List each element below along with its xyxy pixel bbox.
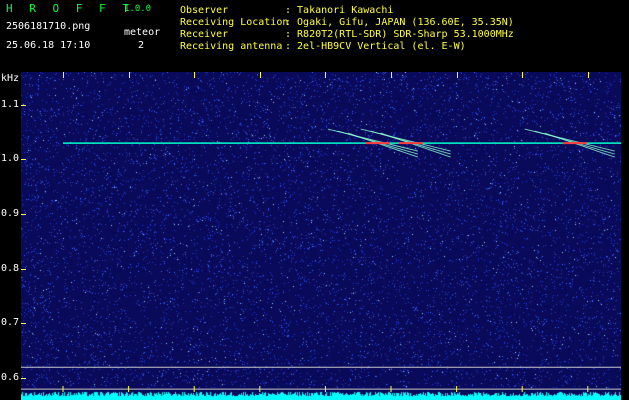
hrofft-window: H R O F F T 1.0.0 2506181710.png 25.06.1… bbox=[0, 0, 629, 400]
spectrogram-plot bbox=[21, 72, 621, 400]
y-tick-mark bbox=[21, 105, 26, 106]
y-tick-label: 0.9 bbox=[1, 208, 20, 220]
receiver-label: Receiver bbox=[180, 29, 229, 40]
y-tick-label: 0.8 bbox=[1, 262, 20, 274]
antenna-value: : 2el-HB9CV Vertical (el. E-W) bbox=[285, 41, 466, 52]
antenna-label: Receiving antenna bbox=[180, 41, 283, 52]
x-tick-mark bbox=[260, 72, 261, 78]
y-tick-label: 1.0 bbox=[1, 153, 20, 165]
y-unit-label: kHz bbox=[1, 73, 20, 84]
x-tick-mark bbox=[588, 72, 589, 78]
app-title: H R O F F T bbox=[6, 2, 134, 15]
x-tick-mark bbox=[325, 72, 326, 78]
x-tick-mark bbox=[63, 72, 64, 78]
meteor-label: meteor bbox=[124, 27, 161, 38]
filename-label: 2506181710.png bbox=[6, 21, 91, 32]
receiver-value: : R820T2(RTL-SDR) SDR-Sharp 53.1000MHz bbox=[285, 29, 514, 40]
spectrogram-overlay bbox=[21, 128, 621, 392]
y-tick-mark bbox=[21, 269, 26, 270]
y-tick-mark bbox=[21, 323, 26, 324]
x-tick-mark bbox=[457, 72, 458, 78]
location-label: Receiving Location bbox=[180, 17, 289, 28]
x-tick-mark bbox=[194, 72, 195, 78]
meteor-count: 2 bbox=[138, 40, 145, 51]
x-tick-mark bbox=[129, 72, 130, 78]
meteor-echo-streak bbox=[347, 132, 419, 158]
y-tick-label: 0.7 bbox=[1, 317, 20, 329]
meteor-echo-streak bbox=[544, 132, 615, 158]
location-value: : Ogaki, Gifu, JAPAN (136.60E, 35.35N) bbox=[285, 17, 514, 28]
x-tick-mark bbox=[391, 72, 392, 78]
y-tick-mark bbox=[21, 159, 26, 160]
y-tick-mark bbox=[21, 214, 26, 215]
observer-label: Observer bbox=[180, 5, 229, 16]
app-version: 1.0.0 bbox=[124, 4, 152, 14]
datetime-label: 25.06.18 17:10 bbox=[6, 40, 91, 51]
y-tick-mark bbox=[21, 378, 26, 379]
y-tick-label: 0.6 bbox=[1, 372, 20, 384]
observer-value: : Takanori Kawachi bbox=[285, 5, 394, 16]
y-tick-label: 1.1 bbox=[1, 98, 20, 110]
x-tick-mark bbox=[522, 72, 523, 78]
